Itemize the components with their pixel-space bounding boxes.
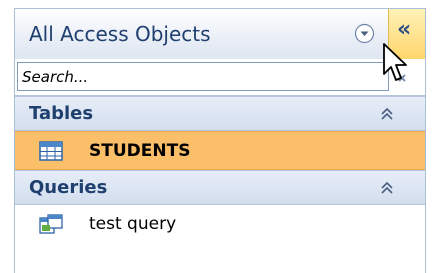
mouse-cursor-icon <box>383 43 407 81</box>
double-chevron-up-icon[interactable] <box>379 181 395 195</box>
group-header-queries[interactable]: Queries <box>15 170 425 205</box>
group-label: Queries <box>29 177 108 198</box>
list-item-label: STUDENTS <box>89 141 191 161</box>
navigation-pane: All Access Objects « Tables ST <box>14 8 426 273</box>
table-icon <box>39 141 63 161</box>
group-label: Tables <box>29 103 94 124</box>
list-item-students[interactable]: STUDENTS <box>15 131 425 170</box>
pane-title[interactable]: All Access Objects <box>29 22 211 46</box>
circle-chevron-down-icon[interactable] <box>354 23 375 44</box>
search-bar <box>15 59 425 96</box>
navigation-pane-header[interactable]: All Access Objects « <box>15 8 425 60</box>
group-header-tables[interactable]: Tables <box>15 96 425 131</box>
double-chevron-up-icon[interactable] <box>379 107 395 121</box>
list-item-test-query[interactable]: test query <box>15 205 425 244</box>
query-icon <box>39 214 63 234</box>
double-chevron-left-icon: « <box>397 17 412 42</box>
search-input[interactable] <box>17 62 389 91</box>
list-item-label: test query <box>89 214 177 234</box>
